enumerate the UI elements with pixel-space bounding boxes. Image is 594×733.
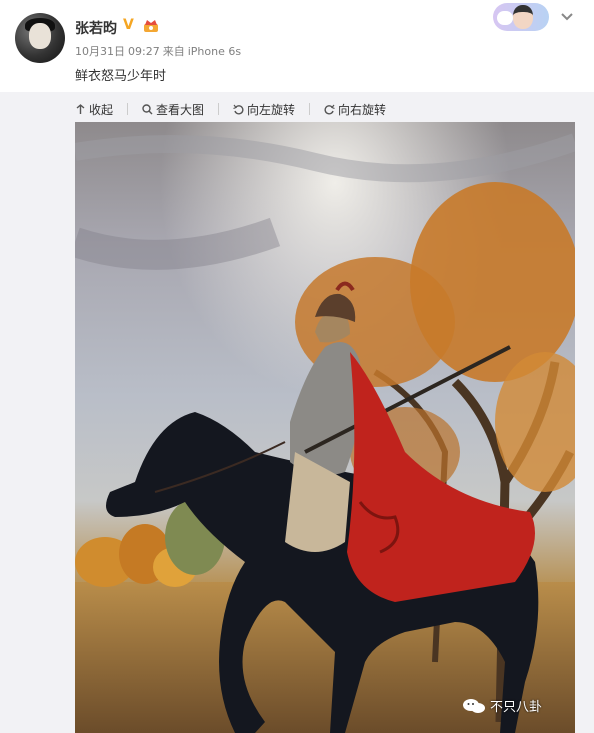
rotate-left-button[interactable]: 向左旋转 (233, 101, 295, 118)
toolbar-divider (309, 103, 311, 115)
arrow-up-icon (76, 103, 85, 114)
horse-rider-illustration (75, 122, 575, 733)
image-toolbar: 收起 查看大图 向左旋转 向右旋转 (75, 100, 386, 118)
watermark-text: 不只八卦 (490, 700, 543, 715)
collapse-label: 收起 (89, 102, 114, 117)
watermark: 不只八卦 (462, 696, 542, 715)
post-photo[interactable] (75, 122, 575, 733)
view-large-button[interactable]: 查看大图 (142, 101, 204, 118)
post-meta: 10月31日 09:27 来自 iPhone 6s (75, 43, 244, 59)
rotate-right-icon (324, 104, 335, 115)
toolbar-divider (127, 103, 129, 115)
crown-badge-icon[interactable] (143, 18, 159, 33)
wechat-icon (463, 698, 485, 713)
post-header: 张若昀 V 10月31日 09:27 来自 iPhone 6s 鲜衣怒马少年时 (0, 0, 594, 92)
post-date[interactable]: 10月31日 (75, 45, 125, 58)
search-icon (142, 103, 153, 114)
rotate-right-button[interactable]: 向右旋转 (324, 101, 386, 118)
username-link[interactable]: 张若昀 (75, 18, 117, 38)
post-time[interactable]: 09:27 (128, 45, 160, 58)
avatar-sticker[interactable] (493, 3, 549, 31)
image-viewer: 收起 查看大图 向左旋转 向右旋转 (0, 92, 594, 733)
toolbar-divider (218, 103, 220, 115)
rotate-left-label: 向左旋转 (247, 102, 296, 117)
view-large-label: 查看大图 (156, 102, 205, 117)
avatar[interactable] (15, 13, 65, 63)
rotate-right-label: 向右旋转 (338, 102, 387, 117)
verified-v-icon: V (123, 17, 134, 33)
post-text: 鲜衣怒马少年时 (75, 69, 167, 84)
source-prefix: 来自 (162, 45, 185, 58)
post-source[interactable]: iPhone 6s (188, 45, 241, 58)
rotate-left-icon (233, 104, 244, 115)
chevron-down-icon[interactable] (560, 12, 574, 22)
collapse-button[interactable]: 收起 (75, 101, 113, 118)
